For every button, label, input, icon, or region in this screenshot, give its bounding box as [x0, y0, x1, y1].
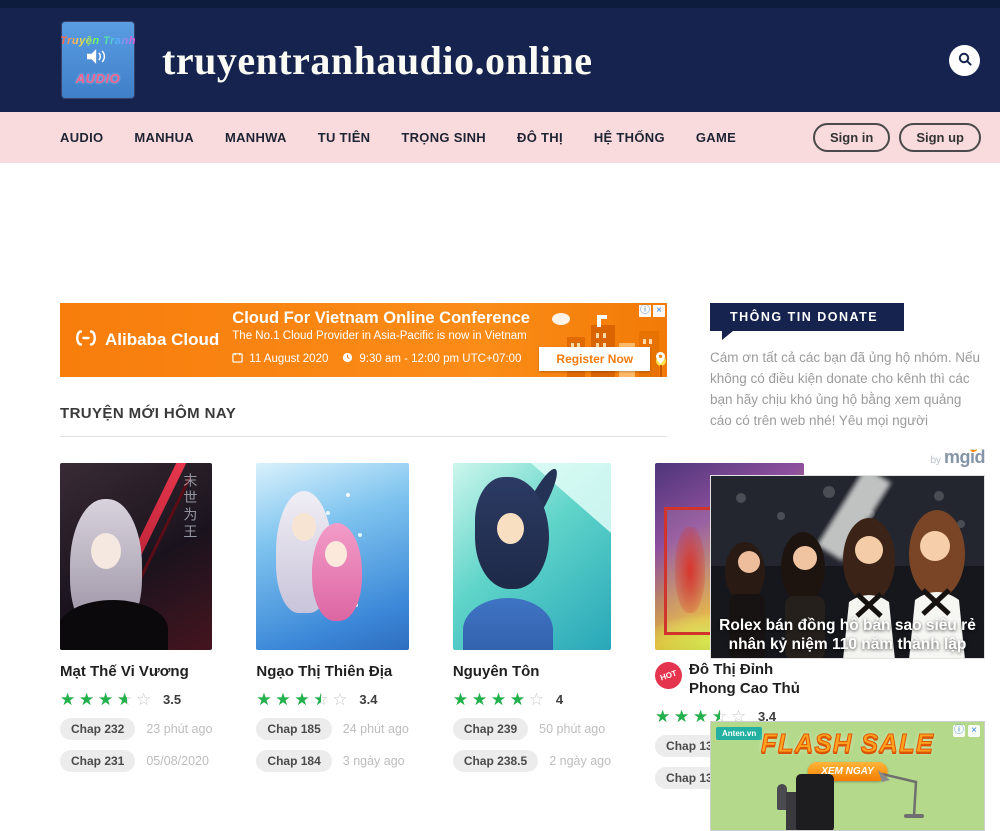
ad-subtitle: The No.1 Cloud Provider in Asia-Pacific … [232, 330, 665, 342]
sidebar: THÔNG TIN DONATE Cám ơn tất cả các bạn đ… [710, 303, 985, 831]
comic-title[interactable]: Ngạo Thị Thiên Địa [256, 663, 408, 682]
donate-text: Cám ơn tất cả các bạn đã ủng hộ nhóm. Nế… [710, 348, 985, 432]
register-now-button[interactable]: Register Now [539, 347, 650, 371]
speaker-icon [87, 49, 109, 69]
alibaba-banner-ad[interactable]: ⓘ × Alibaba Cloud Cloud For Vietnam Onli… [60, 303, 667, 377]
donate-heading: THÔNG TIN DONATE [710, 303, 904, 331]
comic-card: Nguyên Tôn ☆★☆★☆★☆★☆★ 4 Chap 239 50 phút… [453, 463, 611, 789]
nav-item-trong-sinh[interactable]: TRỌNG SINH [401, 130, 486, 145]
search-button[interactable] [949, 45, 980, 76]
site-title[interactable]: truyentranhaudio.online [162, 37, 592, 84]
nav-item-manhua[interactable]: MANHUA [134, 130, 194, 145]
chapter-badge[interactable]: Chap 184 [256, 750, 331, 772]
rating-value: 3.4 [359, 692, 377, 707]
cover-art-sparkles [346, 493, 350, 497]
comic-card: 末世为王 Mạt Thế Vi Vương ☆★☆★☆★☆★☆★ 3.5 Cha… [60, 463, 212, 789]
new-comics-grid: 末世为王 Mạt Thế Vi Vương ☆★☆★☆★☆★☆★ 3.5 Cha… [60, 463, 667, 789]
cover-art-face [91, 533, 121, 569]
nav-item-game[interactable]: GAME [696, 130, 736, 145]
star-rating: ☆★☆★☆★☆★☆★ [60, 691, 155, 708]
comic-title[interactable]: Mạt Thế Vi Vương [60, 663, 212, 682]
nav-item-he-thong[interactable]: HỆ THỐNG [594, 130, 665, 145]
chapter-time: 23 phút ago [146, 722, 212, 736]
lamp-product-image [876, 768, 936, 831]
cover-art-dress [60, 600, 168, 650]
nav-item-tu-tien[interactable]: TU TIÊN [318, 130, 371, 145]
cover-calligraphy: 末世为王 [180, 473, 200, 541]
cover-art-robe [463, 598, 553, 650]
cover-art-calligraphy [675, 527, 705, 613]
comic-cover[interactable] [453, 463, 611, 650]
clock-icon [342, 352, 353, 366]
logo-text-top: Truyện Tranh [60, 35, 136, 47]
sign-in-button[interactable]: Sign in [813, 123, 890, 152]
alibaba-cloud-icon [73, 330, 99, 351]
microphone-product-image [777, 784, 787, 810]
native-ad[interactable]: Rolex bán đồng hồ bản sao siêu rẻ nhân k… [710, 475, 985, 659]
ad-brand: Alibaba Cloud [105, 330, 219, 350]
site-logo[interactable]: Truyện Tranh AUDIO [62, 22, 134, 98]
hot-badge: HOT [652, 658, 686, 692]
nav-item-audio[interactable]: AUDIO [60, 130, 103, 145]
section-title: TRUYỆN MỚI HÔM NAY [60, 405, 667, 422]
chapter-badge[interactable]: Chap 239 [453, 718, 528, 740]
main-nav: AUDIO MANHUA MANHWA TU TIÊN TRỌNG SINH Đ… [0, 112, 1000, 163]
ad-time: 9:30 am - 12:00 pm UTC+07:00 [359, 353, 521, 365]
chapter-time: 24 phút ago [343, 722, 409, 736]
comic-card: Ngạo Thị Thiên Địa ☆★☆★☆★☆★☆★ 3.4 Chap 1… [256, 463, 408, 789]
rating-value: 3.5 [163, 692, 181, 707]
chapter-badge[interactable]: Chap 238.5 [453, 750, 538, 772]
chapter-time: 50 phút ago [539, 722, 605, 736]
sign-up-button[interactable]: Sign up [899, 123, 981, 152]
cover-art-figure [312, 523, 362, 621]
chapter-badge[interactable]: Chap 232 [60, 718, 135, 740]
star-rating: ☆★☆★☆★☆★☆★ [453, 691, 548, 708]
comic-title[interactable]: Nguyên Tôn [453, 663, 611, 682]
nav-item-manhwa[interactable]: MANHWA [225, 130, 287, 145]
ad-date: 11 August 2020 [249, 353, 328, 365]
rating-value: 4 [556, 692, 563, 707]
ad-close-icon[interactable]: × [653, 305, 665, 317]
mgid-logo: mgid [944, 447, 985, 467]
flash-sale-title: FLASH SALE [711, 728, 984, 759]
mgid-by-label: by [930, 455, 941, 466]
logo-text-audio: AUDIO [76, 71, 120, 86]
comic-cover[interactable]: 末世为王 [60, 463, 212, 650]
chapter-badge[interactable]: Chap 231 [60, 750, 135, 772]
star-rating: ☆★☆★☆★☆★☆★ [256, 691, 351, 708]
search-icon [957, 51, 973, 70]
native-ad-caption[interactable]: Rolex bán đồng hồ bản sao siêu rẻ nhân k… [711, 616, 984, 655]
chapter-badge[interactable]: Chap 185 [256, 718, 331, 740]
section-divider [60, 436, 667, 437]
flash-sale-ad[interactable]: Anten.vn ⓘ × FLASH SALE XEM NGAY [710, 721, 985, 831]
nav-item-do-thi[interactable]: ĐÔ THỊ [517, 130, 563, 145]
cover-art-face [497, 513, 524, 544]
ad-info-icon[interactable]: ⓘ [639, 305, 651, 317]
comic-cover[interactable] [256, 463, 408, 650]
calendar-icon [232, 352, 243, 366]
site-header: Truyện Tranh AUDIO truyentranhaudio.onli… [0, 0, 1000, 112]
phone-product-image [796, 774, 834, 831]
location-pin-icon [656, 352, 665, 367]
ad-title: Cloud For Vietnam Online Conference [232, 309, 665, 328]
